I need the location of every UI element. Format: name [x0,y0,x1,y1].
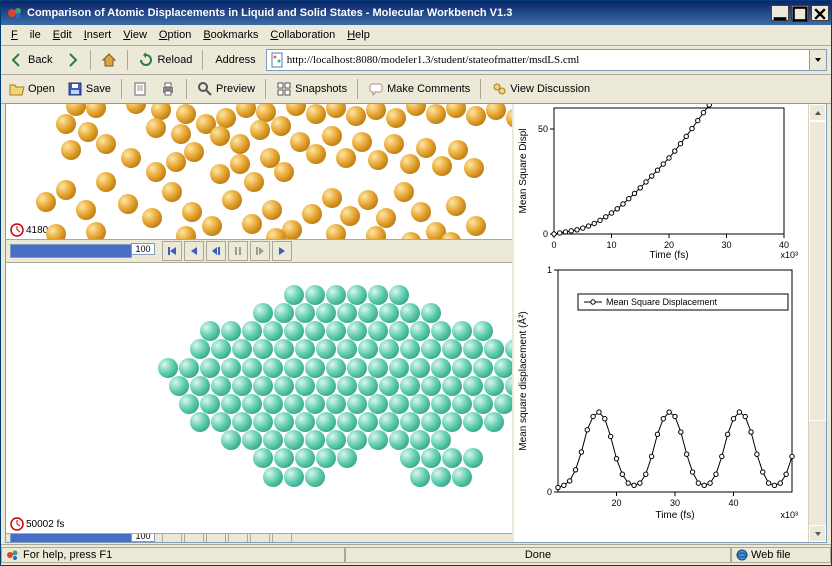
sim-solid-controls: 100 [6,533,512,542]
snapshots-button[interactable]: Snapshots [272,79,351,99]
vertical-scrollbar[interactable] [808,104,826,542]
menu-insert[interactable]: Insert [78,27,118,43]
svg-text:x10³: x10³ [780,250,798,260]
close-button[interactable] [811,5,829,21]
svg-text:10: 10 [606,240,616,250]
svg-text:x10³: x10³ [780,510,798,520]
menu-view[interactable]: View [117,27,153,43]
svg-text:30: 30 [721,240,731,250]
reload-button[interactable]: Reload [134,50,196,70]
step-forward-button[interactable] [272,241,292,261]
pause-button[interactable] [228,241,248,261]
forward-button[interactable] [60,50,84,70]
menu-collaboration[interactable]: Collaboration [264,27,341,43]
svg-text:Time (fs): Time (fs) [655,510,694,521]
step-forward-button[interactable] [272,533,292,542]
save-button[interactable]: Save [63,79,115,99]
svg-text:0: 0 [547,487,552,497]
rewind-button[interactable] [162,533,182,542]
menu-bookmarks[interactable]: Bookmarks [197,27,264,43]
svg-text:Mean Square Displacement: Mean Square Displacement [606,297,718,307]
play-button[interactable] [250,241,270,261]
menu-option[interactable]: Option [153,27,197,43]
home-button[interactable] [97,50,121,70]
chart-liquid-msd[interactable]: 0 10 20 30 40 0 50 Time (fs) x10³ Mean Square Dis… [514,104,809,262]
scroll-thumb[interactable] [809,121,826,421]
simulation-solid[interactable]: 50002 fs [6,263,512,533]
play-button[interactable] [250,533,270,542]
svg-text:20: 20 [664,240,674,250]
address-input[interactable] [287,54,809,66]
menu-help[interactable]: Help [341,27,376,43]
scroll-down-button[interactable] [809,525,826,542]
separator [202,50,203,70]
page-icon [269,52,285,68]
status-right: Web file [731,547,831,563]
svg-text:30: 30 [670,498,680,508]
window-title: Comparison of Atomic Displacements in Li… [27,7,769,19]
page-setup-button[interactable] [128,79,152,99]
back-button[interactable]: Back [5,50,56,70]
separator [480,79,481,99]
svg-text:0: 0 [551,240,556,250]
svg-text:Mean Square Displ: Mean Square Displ [518,128,529,213]
maximize-button[interactable] [791,5,809,21]
print-button[interactable] [156,79,180,99]
svg-text:Mean square displacement (Å²): Mean square displacement (Å²) [516,311,529,451]
pause-button[interactable] [228,533,248,542]
svg-text:20: 20 [611,498,621,508]
speed-slider[interactable]: 100 [10,244,132,258]
view-discussion-button[interactable]: View Discussion [487,79,594,99]
speed-slider[interactable]: 100 [10,533,132,542]
preview-button[interactable]: Preview [193,79,259,99]
scroll-up-button[interactable] [809,104,826,121]
separator [357,79,358,99]
address-field[interactable] [266,49,810,71]
menu-file[interactable]: File [5,27,47,43]
svg-text:50: 50 [538,124,548,134]
status-help: For help, press F1 [1,547,345,563]
clock-readout: 50002 fs [10,517,64,531]
menu-edit[interactable]: Edit [47,27,78,43]
step-back-button[interactable] [184,533,204,542]
svg-text:40: 40 [728,498,738,508]
address-label: Address [215,54,255,66]
play-back-button[interactable] [206,241,226,261]
sim-liquid-controls: 100 [6,239,512,263]
separator [127,50,128,70]
address-dropdown[interactable] [810,49,827,71]
separator [265,79,266,99]
status-center: Done [345,547,731,563]
app-icon [7,5,23,21]
separator [90,50,91,70]
simulation-liquid[interactable]: 41802 fs [6,104,512,239]
svg-text:40: 40 [779,240,789,250]
svg-text:Time (fs): Time (fs) [649,250,688,261]
minimize-button[interactable] [771,5,789,21]
separator [186,79,187,99]
separator [121,79,122,99]
rewind-button[interactable] [162,241,182,261]
svg-text:1: 1 [547,265,552,275]
open-button[interactable]: Open [5,79,59,99]
chart-solid-msd[interactable]: 20 30 40 0 1 Time (fs) x10³ Mean square displac… [514,262,809,542]
step-back-button[interactable] [184,241,204,261]
svg-text:0: 0 [543,229,548,239]
make-comments-button[interactable]: Make Comments [364,79,474,99]
play-back-button[interactable] [206,533,226,542]
